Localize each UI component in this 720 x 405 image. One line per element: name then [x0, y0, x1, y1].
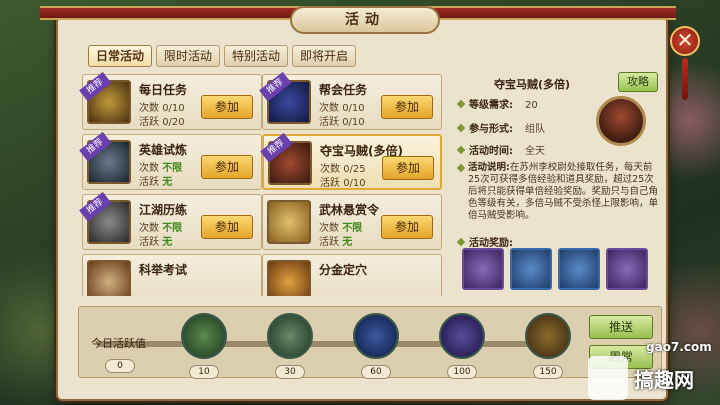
active-label: 活跃: [320, 178, 340, 189]
join-button[interactable]: 参加: [381, 215, 433, 239]
bullet-icon: [456, 163, 466, 173]
milestone-value: 100: [447, 365, 477, 379]
milestone-value: 150: [533, 365, 563, 379]
active-label: 活跃: [139, 237, 159, 248]
active-value: 0/10: [343, 178, 366, 189]
bullet-icon: [456, 123, 466, 133]
scroll-reward-icon: [353, 313, 399, 359]
reward-chest-icon[interactable]: [558, 248, 600, 290]
milestone[interactable]: 60: [351, 313, 401, 379]
activity-card-selected[interactable]: 推荐 夺宝马贼(多倍) 次数 0/25 活跃 0/10 参加: [260, 132, 442, 190]
activity-name: 分金定穴: [319, 263, 368, 277]
tassel-ornament: [682, 58, 688, 100]
join-button[interactable]: 参加: [201, 155, 253, 179]
bandit-portrait-icon: [596, 96, 646, 146]
active-value: 0/10: [342, 117, 365, 128]
activity-name: 科举考试: [139, 263, 188, 277]
join-button[interactable]: 参加: [382, 156, 434, 180]
active-label: 活跃: [139, 177, 159, 188]
milestone-value: 30: [275, 365, 305, 379]
silver-ingot-icon: [439, 313, 485, 359]
milestone-value: 60: [361, 365, 391, 379]
mode-value: 组队: [525, 124, 545, 135]
close-button[interactable]: ✕: [670, 26, 700, 56]
level-value: 20: [525, 100, 538, 111]
reward-dark-chest-icon[interactable]: [606, 248, 648, 290]
guide-button[interactable]: 攻略: [618, 72, 658, 92]
activity-card[interactable]: 推荐 帮会任务 次数 0/10 活跃 0/10 参加: [259, 72, 442, 130]
activity-points-bar: 今日活跃值 0 10 30 60 100 150 推送 周常: [78, 306, 662, 379]
milestone[interactable]: 100: [437, 313, 487, 379]
level-label: 等级需求:: [469, 100, 513, 111]
join-button[interactable]: 参加: [381, 95, 433, 119]
tab-limited[interactable]: 限时活动: [156, 45, 221, 67]
reward-scroll-icon[interactable]: [462, 248, 504, 290]
activity-detail-panel: 夺宝马贼(多倍) 攻略 等级需求: 20 参与形式: 组队 活动时间: 全天 活动说明…: [456, 70, 662, 298]
activity-description: 活动说明:在苏州李校尉处接取任务，每天前25次可获得多倍经验和道具奖励，超过25…: [468, 162, 660, 222]
compass-icon: [267, 260, 311, 296]
detail-title: 夺宝马贼(多倍): [494, 78, 571, 91]
milestone[interactable]: 10: [179, 313, 229, 379]
exam-paper-icon: [87, 260, 131, 296]
tab-upcoming[interactable]: 即将开启: [292, 45, 357, 67]
push-button[interactable]: 推送: [589, 315, 653, 339]
active-label: 活跃: [319, 237, 339, 248]
bullet-icon: [456, 99, 466, 109]
activity-card[interactable]: 科举考试: [82, 254, 262, 296]
join-button[interactable]: 参加: [201, 95, 253, 119]
bullet-icon: [456, 237, 466, 247]
time-label: 活动时间:: [469, 146, 513, 157]
window-title: 活动: [290, 6, 440, 34]
chest-reward-icon: [267, 313, 313, 359]
bag-reward-icon: [181, 313, 227, 359]
active-value: 无: [162, 237, 173, 248]
desc-label: 活动说明:: [468, 162, 510, 173]
tab-daily[interactable]: 日常活动: [88, 45, 153, 67]
activity-card[interactable]: 分金定穴: [262, 254, 442, 296]
milestone[interactable]: 150: [523, 313, 573, 379]
activity-name: 英雄试炼: [139, 143, 188, 157]
activity-name: 帮会任务: [319, 83, 368, 97]
current-points: 0: [105, 359, 135, 373]
activity-card[interactable]: 推荐 英雄试炼 次数 不限 活跃 无 参加: [79, 131, 262, 190]
active-label: 活跃: [319, 117, 339, 128]
watermark-logo-icon: [588, 356, 628, 400]
active-value: 无: [162, 177, 173, 188]
activity-name: 武林悬赏令: [319, 203, 380, 217]
activity-card[interactable]: 推荐 江湖历练 次数 不限 活跃 无 参加: [79, 191, 262, 250]
reward-chest-icon[interactable]: [510, 248, 552, 290]
activity-list[interactable]: 推荐 每日任务 次数 0/10 活跃 0/20 参加 推荐 帮会任务 次数 0/…: [78, 72, 446, 296]
watermark-url: gao7.com: [646, 340, 712, 354]
active-label: 活跃: [139, 117, 159, 128]
activity-name: 每日任务: [139, 83, 188, 97]
mode-label: 参与形式:: [469, 124, 513, 135]
bullet-icon: [456, 145, 466, 155]
tab-bar: 日常活动 限时活动 特别活动 即将开启: [88, 45, 357, 67]
milestone-value: 10: [189, 365, 219, 379]
bounty-scroll-icon: [267, 200, 311, 244]
active-value: 0/20: [162, 117, 185, 128]
close-icon: ✕: [676, 28, 694, 52]
time-value: 全天: [525, 146, 545, 157]
activity-name: 江湖历练: [139, 203, 188, 217]
reward-list: [462, 248, 648, 290]
activity-points-label: 今日活跃值: [91, 337, 146, 350]
milestone[interactable]: 30: [265, 313, 315, 379]
activity-card[interactable]: 武林悬赏令 次数 不限 活跃 无 参加: [262, 194, 442, 250]
tab-special[interactable]: 特别活动: [224, 45, 289, 67]
gold-ingot-icon: [525, 313, 571, 359]
active-value: 无: [342, 237, 353, 248]
join-button[interactable]: 参加: [201, 215, 253, 239]
watermark-text: 搞趣网: [634, 368, 694, 392]
activity-card[interactable]: 推荐 每日任务 次数 0/10 活跃 0/20 参加: [79, 72, 262, 130]
